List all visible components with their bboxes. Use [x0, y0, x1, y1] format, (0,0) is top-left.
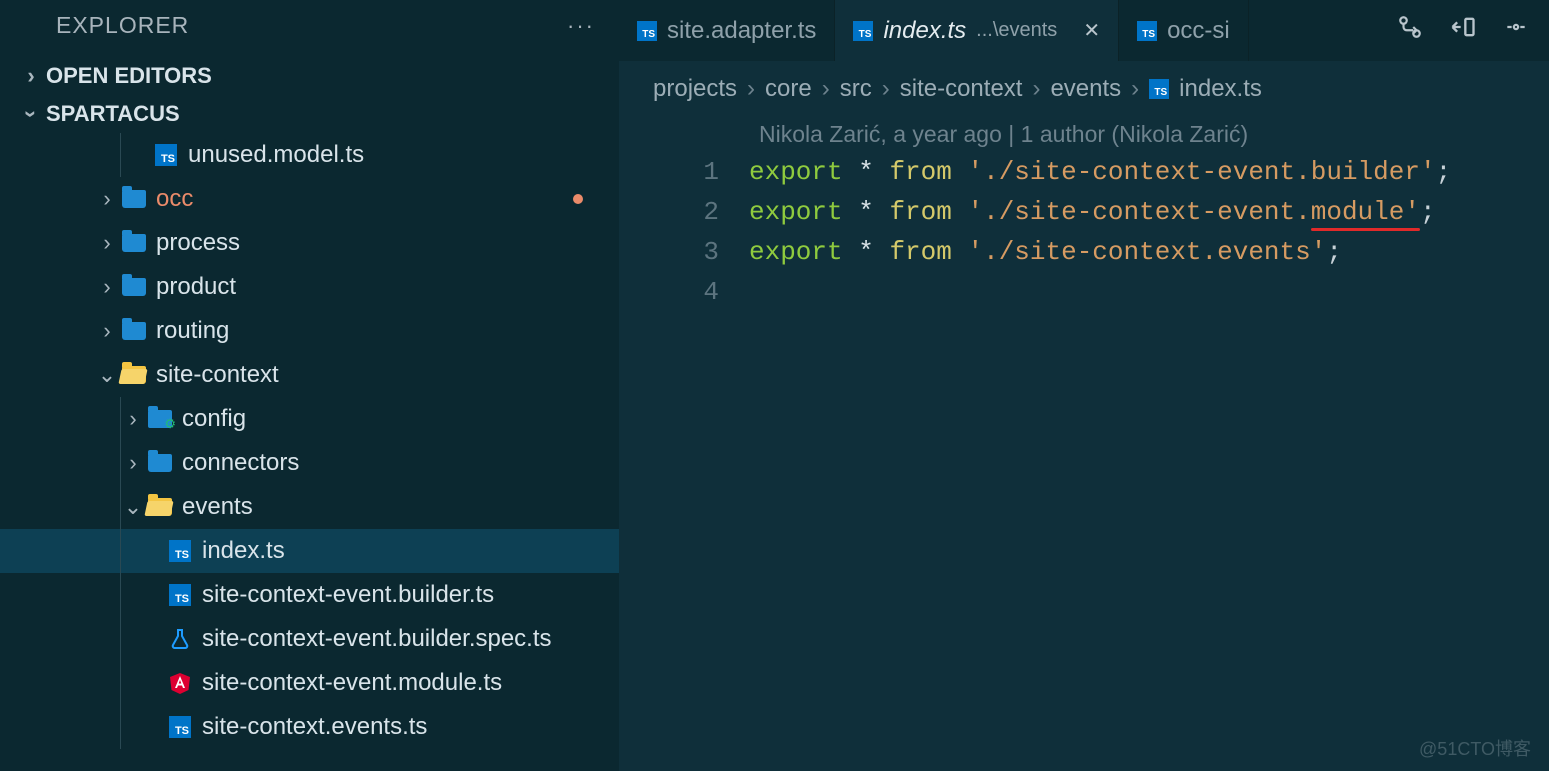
chevron-right-icon: › [747, 75, 755, 103]
split-icon[interactable] [1449, 14, 1477, 47]
typescript-icon: TS [1137, 21, 1157, 41]
tree-item-site-context-event-module-ts[interactable]: site-context-event.module.ts [0, 661, 619, 705]
tab-subpath: ...\events [976, 19, 1057, 42]
close-icon[interactable]: ✕ [1083, 18, 1100, 43]
typescript-icon: TS [152, 141, 180, 169]
breadcrumb[interactable]: projects › core › src › site-context › events › TS… [619, 61, 1549, 117]
breadcrumb-segment[interactable]: site-context [900, 75, 1023, 103]
tabs-bar: TSsite.adapter.tsTSindex.ts...\events✕TS… [619, 0, 1549, 61]
editor-main: TSsite.adapter.tsTSindex.ts...\events✕TS… [619, 0, 1549, 771]
breadcrumb-segment[interactable]: core [765, 75, 812, 103]
tree-item-connectors[interactable]: › connectors [0, 441, 619, 485]
tree-item-product[interactable]: › product [0, 265, 619, 309]
tree-item-label: occ [156, 185, 193, 213]
folder-open-icon [120, 361, 148, 389]
code-content[interactable]: export * from './site-context-event.buil… [749, 152, 1549, 312]
tree-item-label: site-context-event.builder.ts [202, 581, 494, 609]
folder-config-icon [146, 405, 174, 433]
tree-item-label: site-context-event.builder.spec.ts [202, 625, 552, 653]
tree-item-occ[interactable]: › occ [0, 177, 619, 221]
chevron-right-icon: › [24, 63, 38, 89]
chevron-down-icon: ⌄ [126, 494, 140, 520]
tree-item-unused-model-ts[interactable]: TS unused.model.ts [0, 133, 619, 177]
tree-item-label: site-context-event.module.ts [202, 669, 502, 697]
modified-dot-icon [573, 194, 583, 204]
tree-item-events[interactable]: ⌄ events [0, 485, 619, 529]
tab-label: index.ts [883, 17, 966, 45]
explorer-sidebar: EXPLORER ··· › OPEN EDITORS › SPARTACUS … [0, 0, 619, 771]
tree-item-label: config [182, 405, 246, 433]
typescript-icon: TS [637, 21, 657, 41]
editor-toolbar [1377, 0, 1549, 61]
angular-icon [166, 669, 194, 697]
overflow-icon[interactable] [1503, 14, 1529, 47]
tree-item-label: site-context [156, 361, 279, 389]
line-gutter: 1234 [619, 152, 749, 312]
chevron-right-icon: › [100, 274, 114, 300]
tree-item-label: unused.model.ts [188, 141, 364, 169]
tree-item-label: connectors [182, 449, 299, 477]
typescript-icon: TS [853, 21, 873, 41]
code-editor[interactable]: 1234 export * from './site-context-event… [619, 152, 1549, 312]
tree-item-config[interactable]: › config [0, 397, 619, 441]
watermark: @51CTO博客 [1419, 735, 1531, 761]
more-icon[interactable]: ··· [567, 13, 595, 39]
folder-icon [120, 273, 148, 301]
typescript-icon: TS [1149, 79, 1169, 99]
tree-item-label: index.ts [202, 537, 285, 565]
breadcrumb-segment[interactable]: projects [653, 75, 737, 103]
tab-index-ts[interactable]: TS index.ts ...\events ✕ [835, 0, 1119, 61]
tree-item-routing[interactable]: › routing [0, 309, 619, 353]
chevron-right-icon: › [1032, 75, 1040, 103]
folder-icon [120, 229, 148, 257]
tree-item-label: site-context.events.ts [202, 713, 427, 741]
tree-item-label: product [156, 273, 236, 301]
tab-site-adapter-ts[interactable]: TS site.adapter.ts [619, 0, 835, 61]
codelens-info[interactable]: Nikola Zarić, a year ago | 1 author (Nik… [619, 117, 1549, 152]
tab-label: occ-si [1167, 17, 1230, 45]
tree-item-site-context[interactable]: ⌄ site-context [0, 353, 619, 397]
breadcrumb-segment[interactable]: src [840, 75, 872, 103]
explorer-title: EXPLORER [56, 12, 189, 39]
tree-item-index-ts[interactable]: TS index.ts [0, 529, 619, 573]
typescript-icon: TS [166, 537, 194, 565]
tree-item-label: routing [156, 317, 229, 345]
chevron-right-icon: › [100, 186, 114, 212]
breadcrumb-segment[interactable]: index.ts [1179, 75, 1262, 103]
breadcrumb-segment[interactable]: events [1050, 75, 1121, 103]
typescript-icon: TS [166, 581, 194, 609]
tab-label: site.adapter.ts [667, 17, 816, 45]
chevron-right-icon: › [882, 75, 890, 103]
chevron-right-icon: › [126, 450, 140, 476]
chevron-right-icon: › [126, 406, 140, 432]
chevron-right-icon: › [100, 230, 114, 256]
file-tree: TS unused.model.ts › occ › process › product › ro… [0, 133, 619, 771]
tree-item-site-context-events-ts[interactable]: TS site-context.events.ts [0, 705, 619, 749]
tree-item-site-context-event-builder-ts[interactable]: TS site-context-event.builder.ts [0, 573, 619, 617]
tree-item-process[interactable]: › process [0, 221, 619, 265]
chevron-right-icon: › [1131, 75, 1139, 103]
open-editors-section[interactable]: › OPEN EDITORS [0, 57, 619, 95]
tab-occ-si[interactable]: TS occ-si [1119, 0, 1249, 61]
flask-icon [166, 625, 194, 653]
workspace-section[interactable]: › SPARTACUS [0, 95, 619, 133]
folder-icon [146, 449, 174, 477]
folder-icon [120, 185, 148, 213]
folder-icon [120, 317, 148, 345]
tree-item-label: process [156, 229, 240, 257]
chevron-right-icon: › [822, 75, 830, 103]
typescript-icon: TS [166, 713, 194, 741]
chevron-down-icon: › [18, 107, 44, 121]
folder-open-icon [146, 493, 174, 521]
workspace-label: SPARTACUS [46, 101, 180, 127]
open-editors-label: OPEN EDITORS [46, 63, 212, 89]
tree-item-label: events [182, 493, 253, 521]
explorer-header: EXPLORER ··· [0, 0, 619, 57]
compare-icon[interactable] [1397, 14, 1423, 47]
chevron-right-icon: › [100, 318, 114, 344]
tree-item-site-context-event-builder-spec-ts[interactable]: site-context-event.builder.spec.ts [0, 617, 619, 661]
chevron-down-icon: ⌄ [100, 362, 114, 388]
